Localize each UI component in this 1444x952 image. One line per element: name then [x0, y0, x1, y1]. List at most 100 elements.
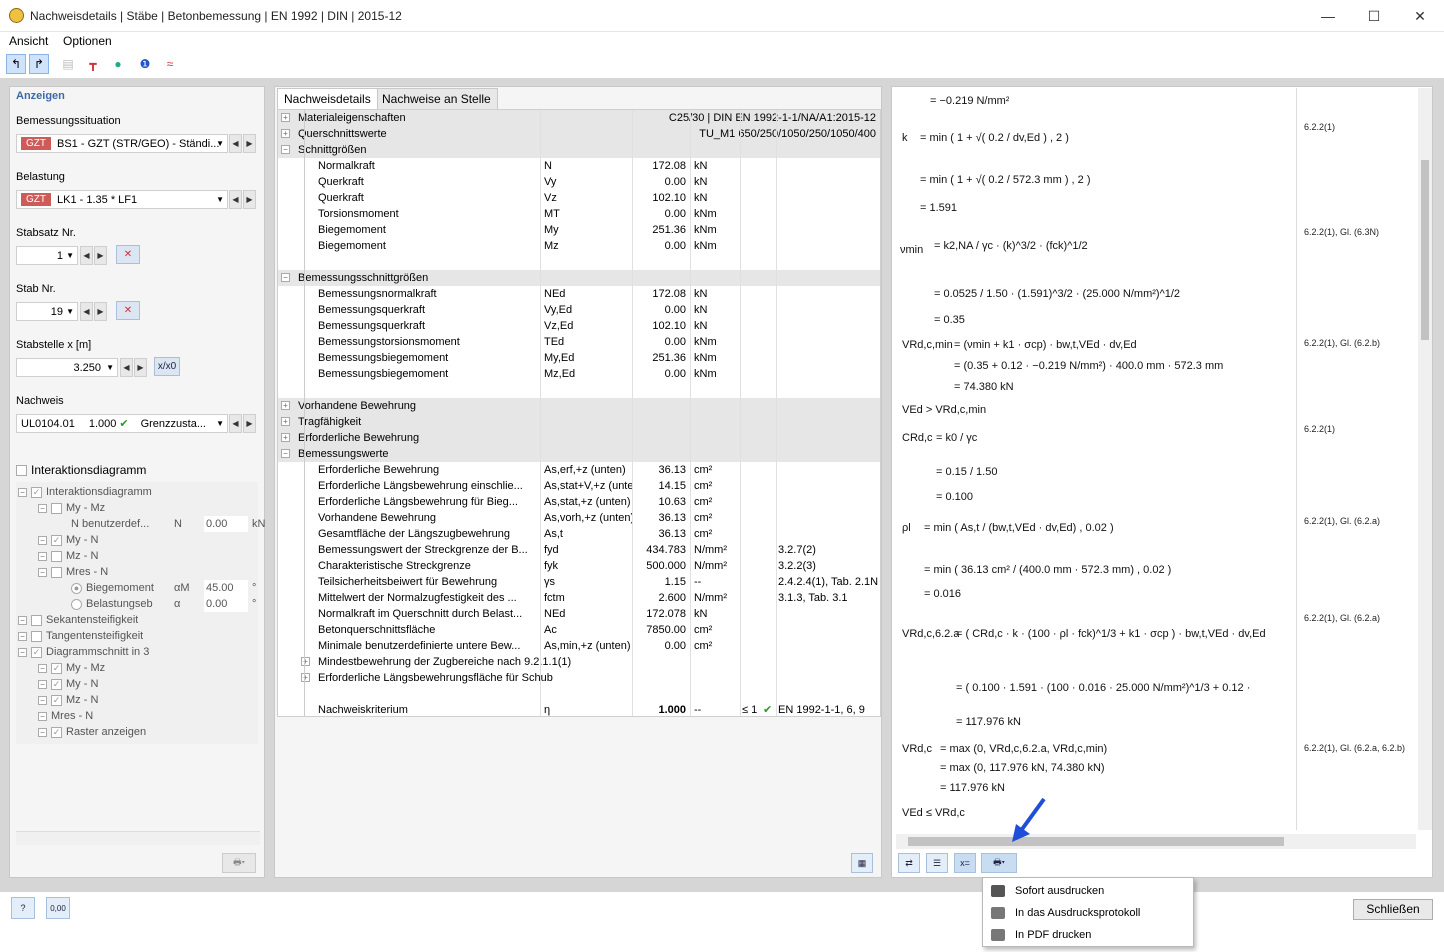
checkbox[interactable]: ✓	[51, 726, 62, 738]
maximize-button[interactable]: ☐	[1352, 4, 1396, 28]
tree-item[interactable]: − My - Mz	[38, 500, 105, 516]
group-row[interactable]: + Tragfähigkeit	[278, 414, 880, 430]
prev-arrow-icon[interactable]: ◀	[80, 246, 93, 265]
expander-icon[interactable]: −	[38, 535, 47, 545]
swap-icon[interactable]: ⇄	[898, 853, 920, 873]
list-icon[interactable]: ☰	[926, 853, 948, 873]
print-icon[interactable]: 🖶▾	[222, 853, 256, 873]
checkbox[interactable]	[31, 614, 42, 626]
stelle-select[interactable]: 3.250 ▼	[16, 358, 118, 377]
tab-nachweise-an-stelle[interactable]: Nachweise an Stelle	[375, 88, 498, 109]
pick-member-icon[interactable]: ✕	[116, 301, 140, 320]
radio-button[interactable]: ●	[71, 582, 82, 594]
tree-val[interactable]: 45.00	[204, 580, 248, 596]
group-row[interactable]: − Schnittgrößen	[278, 142, 880, 158]
formula-horizontal-scrollbar[interactable]	[896, 834, 1416, 849]
group-row[interactable]: + Vorhandene Bewehrung	[278, 398, 880, 414]
expander-icon[interactable]: +	[281, 113, 290, 122]
tree-item[interactable]: ● Biegemoment	[58, 580, 154, 596]
tree-item[interactable]: − Mz - N	[38, 548, 98, 564]
table-icon[interactable]: ▤	[58, 54, 78, 74]
group-row[interactable]: − Bemessungswerte	[278, 446, 880, 462]
tree-item[interactable]: − ✓ My - N	[38, 676, 98, 692]
expander-icon[interactable]: −	[38, 679, 47, 689]
tree-item[interactable]: − Tangentensteifigkeit	[18, 628, 143, 644]
expander-icon[interactable]: −	[38, 711, 47, 721]
expander-icon[interactable]: −	[18, 487, 27, 497]
situation-select[interactable]: GZT BS1 - GZT (STR/GEO) - Ständi... ▼	[16, 134, 228, 153]
nachweis-select[interactable]: UL0104.01 1.000 ✔ Grenzzusta... ▼	[16, 414, 228, 433]
expander-icon[interactable]: +	[281, 129, 290, 138]
prev-arrow-icon[interactable]: ◀	[120, 358, 133, 377]
menu-optionen[interactable]: Optionen	[63, 34, 112, 48]
tree-item[interactable]: − ✓ Interaktionsdiagramm	[18, 484, 152, 500]
tree-item[interactable]: − Mres - N	[38, 564, 108, 580]
formula-icon[interactable]: x=	[954, 853, 976, 873]
tree-item[interactable]: N benutzerdef...	[58, 516, 149, 532]
checkbox[interactable]	[51, 566, 62, 578]
expander-icon[interactable]: −	[281, 145, 290, 154]
stabsatz-select[interactable]: 1 ▼	[16, 246, 78, 265]
close-window-button[interactable]: ✕	[1398, 4, 1442, 28]
export-icon[interactable]: ▦	[851, 853, 873, 873]
horizontal-scrollbar[interactable]	[16, 831, 260, 845]
expander-icon[interactable]: −	[38, 551, 47, 561]
next-arrow-icon[interactable]: ▶	[243, 414, 256, 433]
checkbox[interactable]	[31, 630, 42, 642]
checkbox[interactable]: ✓	[51, 678, 62, 690]
diagram-icon[interactable]: ≈	[160, 54, 180, 74]
checkbox[interactable]	[51, 550, 62, 562]
expander-icon[interactable]: −	[38, 695, 47, 705]
close-button[interactable]: Schließen	[1353, 899, 1433, 920]
select-prev-icon[interactable]: ↰	[6, 54, 26, 74]
prev-arrow-icon[interactable]: ◀	[229, 190, 242, 209]
expander-icon[interactable]: −	[38, 567, 47, 577]
expander-icon[interactable]: +	[301, 673, 310, 682]
tree-item[interactable]: − ✓ My - Mz	[38, 660, 105, 676]
tab-nachweisdetails[interactable]: Nachweisdetails	[277, 88, 378, 109]
menu-ausdrucksprotokoll[interactable]: In das Ausdrucksprotokoll	[987, 902, 1191, 924]
expander-icon[interactable]: +	[281, 417, 290, 426]
expander-icon[interactable]: −	[18, 631, 27, 641]
checkbox[interactable]: ✓	[51, 662, 62, 674]
vertical-scrollbar[interactable]	[1418, 88, 1432, 830]
expander-icon[interactable]: +	[281, 401, 290, 410]
tree-item[interactable]: − ✓ My - N	[38, 532, 98, 548]
menu-sofort-ausdrucken[interactable]: Sofort ausdrucken	[987, 880, 1191, 902]
checkbox[interactable]: ✓	[51, 694, 62, 706]
colors-icon[interactable]: ●	[108, 54, 128, 74]
stab-select[interactable]: 19 ▼	[16, 302, 78, 321]
expander-icon[interactable]: +	[281, 433, 290, 442]
units-icon[interactable]: 0,00	[46, 897, 70, 919]
menu-pdf-drucken[interactable]: In PDF drucken	[987, 924, 1191, 946]
checkbox[interactable]	[51, 502, 62, 514]
group-row[interactable]: + Querschnittswerte TU_M1 650/250/1050/250…	[278, 126, 880, 142]
checkbox[interactable]: ✓	[31, 646, 42, 658]
tree-val[interactable]: 0.00	[204, 596, 248, 612]
prev-arrow-icon[interactable]: ◀	[229, 414, 242, 433]
expander-icon[interactable]: −	[281, 273, 290, 282]
group-row[interactable]: − Bemessungsschnittgrößen	[278, 270, 880, 286]
checkbox[interactable]: ✓	[51, 534, 62, 546]
minimize-button[interactable]: —	[1306, 4, 1350, 28]
print-dropdown-button[interactable]: 🖶▾	[981, 853, 1017, 873]
expander-icon[interactable]: −	[18, 615, 27, 625]
tree-item[interactable]: − ✓ Diagrammschnitt in 3	[18, 644, 149, 660]
expander-icon[interactable]: +	[301, 657, 310, 666]
tree-item[interactable]: − ✓ Mz - N	[38, 692, 98, 708]
select-next-icon[interactable]: ↱	[29, 54, 49, 74]
expander-icon[interactable]: −	[38, 503, 47, 513]
info-icon[interactable]: ❶	[135, 54, 155, 74]
next-arrow-icon[interactable]: ▶	[94, 246, 107, 265]
menu-ansicht[interactable]: Ansicht	[9, 34, 48, 48]
help-icon[interactable]: ?	[11, 897, 35, 919]
expander-icon[interactable]: −	[281, 449, 290, 458]
next-arrow-icon[interactable]: ▶	[243, 190, 256, 209]
radio-button[interactable]	[71, 598, 82, 610]
tree-item[interactable]: − Mres - N	[38, 708, 93, 724]
prev-arrow-icon[interactable]: ◀	[229, 134, 242, 153]
interaktion-checkbox[interactable]	[16, 465, 27, 477]
prev-arrow-icon[interactable]: ◀	[80, 302, 93, 321]
expander-icon[interactable]: −	[38, 727, 47, 737]
tree-item[interactable]: − ✓ Raster anzeigen	[38, 724, 146, 740]
